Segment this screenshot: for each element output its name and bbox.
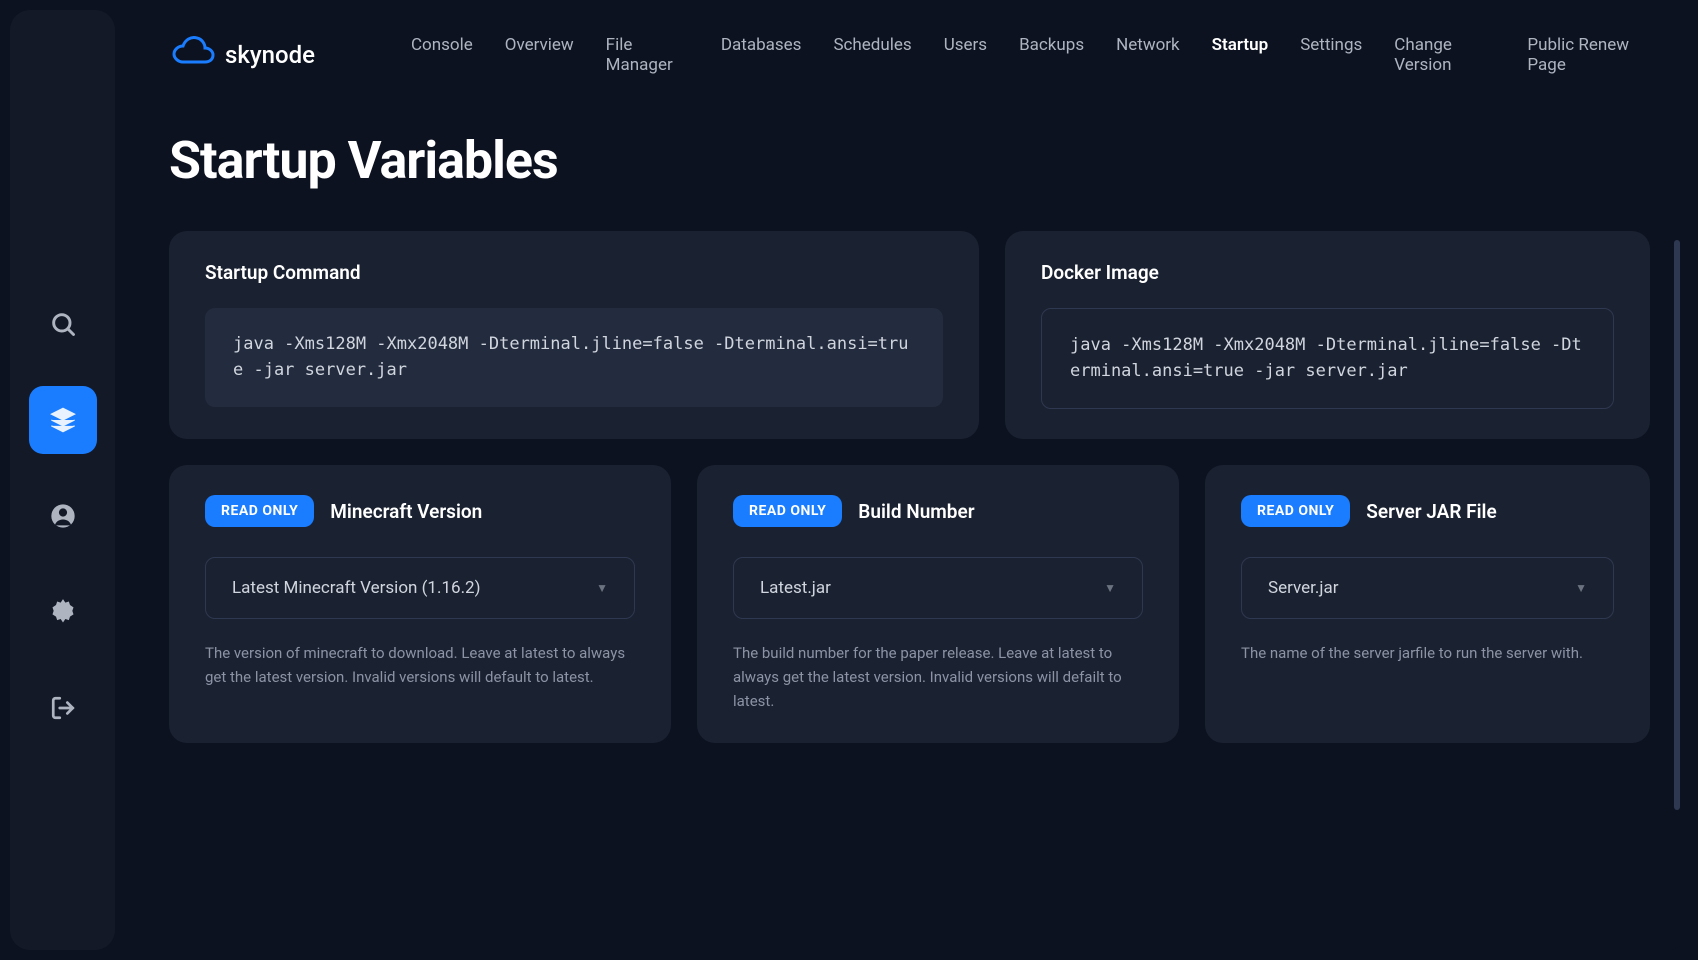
- server-jar-select[interactable]: Server.jar ▼: [1241, 557, 1614, 619]
- nav-file-manager[interactable]: File Manager: [606, 31, 689, 79]
- layers-icon[interactable]: [29, 386, 97, 454]
- brand-name: skynode: [225, 41, 315, 69]
- chevron-down-icon: ▼: [596, 581, 608, 595]
- cloud-icon: [169, 30, 219, 80]
- nav-schedules[interactable]: Schedules: [833, 31, 911, 79]
- nav-change-version[interactable]: Change Version: [1394, 31, 1495, 79]
- variable-description: The version of minecraft to download. Le…: [205, 641, 635, 689]
- nav-startup[interactable]: Startup: [1212, 31, 1269, 79]
- brand-logo[interactable]: skynode: [169, 30, 315, 80]
- settings-icon[interactable]: [29, 578, 97, 646]
- select-value: Server.jar: [1268, 578, 1338, 598]
- nav-settings[interactable]: Settings: [1300, 31, 1362, 79]
- startup-command-card: Startup Command java -Xms128M -Xmx2048M …: [169, 231, 979, 439]
- select-value: Latest.jar: [760, 578, 831, 598]
- read-only-badge: READ ONLY: [733, 495, 842, 527]
- page-title: Startup Variables: [169, 130, 1650, 191]
- read-only-badge: READ ONLY: [1241, 495, 1350, 527]
- chevron-down-icon: ▼: [1104, 581, 1116, 595]
- variable-title: Server JAR File: [1366, 500, 1496, 523]
- select-value: Latest Minecraft Version (1.16.2): [232, 578, 481, 598]
- nav-console[interactable]: Console: [411, 31, 473, 79]
- startup-command-title: Startup Command: [205, 261, 943, 284]
- variable-title: Minecraft Version: [330, 500, 482, 523]
- chevron-down-icon: ▼: [1575, 581, 1587, 595]
- nav-backups[interactable]: Backups: [1019, 31, 1084, 79]
- topbar: skynode Console Overview File Manager Da…: [169, 30, 1650, 80]
- build-number-select[interactable]: Latest.jar ▼: [733, 557, 1143, 619]
- read-only-badge: READ ONLY: [205, 495, 314, 527]
- docker-image-code: java -Xms128M -Xmx2048M -Dterminal.jline…: [1041, 308, 1614, 409]
- sidebar: [10, 10, 115, 950]
- search-icon[interactable]: [29, 290, 97, 358]
- variable-card-jar: READ ONLY Server JAR File Server.jar ▼ T…: [1205, 465, 1650, 743]
- scrollbar[interactable]: [1674, 240, 1680, 810]
- nav-public-renew[interactable]: Public Renew Page: [1527, 31, 1650, 79]
- nav-users[interactable]: Users: [944, 31, 987, 79]
- variable-description: The name of the server jarfile to run th…: [1241, 641, 1614, 665]
- nav-databases[interactable]: Databases: [721, 31, 802, 79]
- variable-card-build: READ ONLY Build Number Latest.jar ▼ The …: [697, 465, 1179, 743]
- nav-network[interactable]: Network: [1116, 31, 1180, 79]
- nav-overview[interactable]: Overview: [505, 31, 574, 79]
- docker-image-card: Docker Image java -Xms128M -Xmx2048M -Dt…: [1005, 231, 1650, 439]
- top-nav: Console Overview File Manager Databases …: [411, 31, 1650, 79]
- logout-icon[interactable]: [29, 674, 97, 742]
- main-content: skynode Console Overview File Manager Da…: [131, 10, 1688, 950]
- startup-command-code: java -Xms128M -Xmx2048M -Dterminal.jline…: [205, 308, 943, 407]
- variable-description: The build number for the paper release. …: [733, 641, 1143, 713]
- variable-card-minecraft: READ ONLY Minecraft Version Latest Minec…: [169, 465, 671, 743]
- user-icon[interactable]: [29, 482, 97, 550]
- minecraft-version-select[interactable]: Latest Minecraft Version (1.16.2) ▼: [205, 557, 635, 619]
- docker-image-title: Docker Image: [1041, 261, 1614, 284]
- variable-title: Build Number: [858, 500, 974, 523]
